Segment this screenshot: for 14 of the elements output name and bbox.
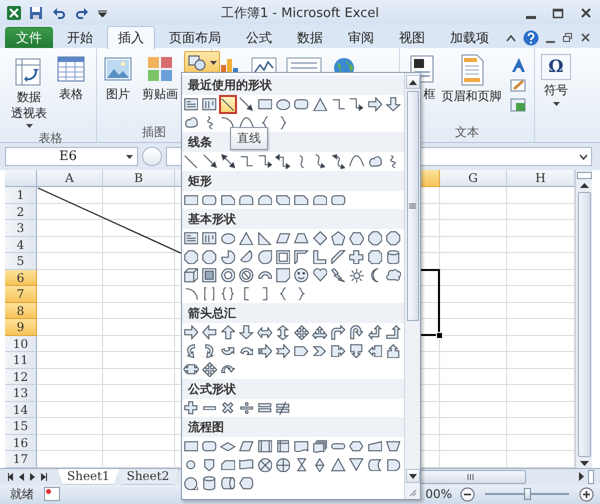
ribbon-group-label: 表格 — [38, 131, 62, 146]
window-title: 工作簿1 - Microsoft Excel — [220, 4, 380, 22]
section-heading: 箭头总汇 — [188, 305, 236, 322]
section-heading: 最近使用的形状 — [188, 77, 272, 94]
section-heading: 流程图 — [188, 419, 224, 436]
tooltip: 直线 — [230, 127, 268, 150]
omega-symbol-icon: Ω — [541, 54, 571, 80]
status-text: 就绪 — [10, 486, 34, 503]
section-heading: 基本形状 — [188, 211, 236, 228]
ribbon-group-label: 插图 — [142, 125, 166, 139]
section-heading: 矩形 — [188, 172, 212, 190]
section-heading: 公式形状 — [188, 380, 236, 398]
section-heading: 线条 — [188, 134, 212, 151]
ribbon-group-label: 文本 — [455, 125, 479, 139]
